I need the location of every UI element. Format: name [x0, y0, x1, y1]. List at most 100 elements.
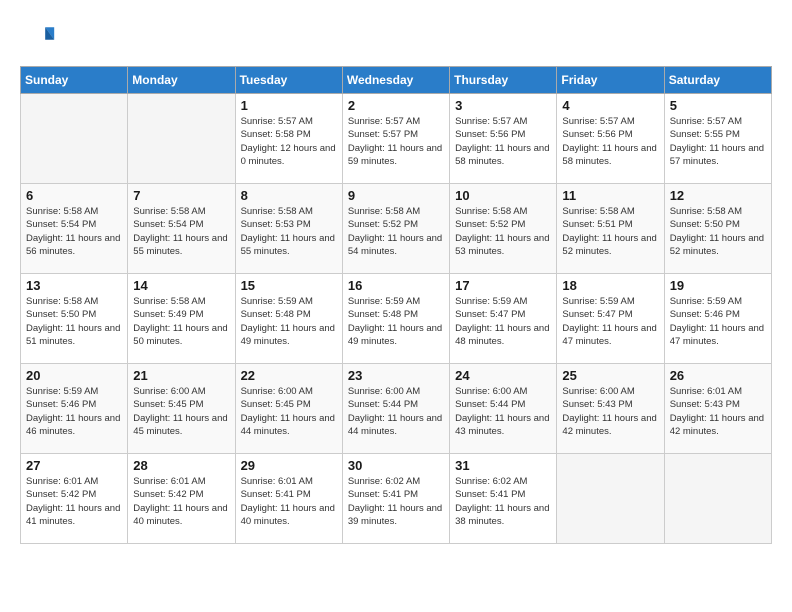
day-info: Sunrise: 5:58 AM Sunset: 5:53 PM Dayligh… — [241, 205, 337, 258]
day-number: 12 — [670, 188, 766, 203]
col-header-friday: Friday — [557, 67, 664, 94]
day-number: 26 — [670, 368, 766, 383]
day-info: Sunrise: 5:57 AM Sunset: 5:57 PM Dayligh… — [348, 115, 444, 168]
calendar-day: 12 Sunrise: 5:58 AM Sunset: 5:50 PM Dayl… — [664, 184, 771, 274]
day-info: Sunrise: 5:58 AM Sunset: 5:50 PM Dayligh… — [26, 295, 122, 348]
calendar-week-4: 20 Sunrise: 5:59 AM Sunset: 5:46 PM Dayl… — [21, 364, 772, 454]
day-info: Sunrise: 5:59 AM Sunset: 5:46 PM Dayligh… — [26, 385, 122, 438]
day-number: 22 — [241, 368, 337, 383]
day-number: 15 — [241, 278, 337, 293]
day-info: Sunrise: 5:58 AM Sunset: 5:54 PM Dayligh… — [26, 205, 122, 258]
day-number: 30 — [348, 458, 444, 473]
day-info: Sunrise: 5:59 AM Sunset: 5:46 PM Dayligh… — [670, 295, 766, 348]
day-number: 7 — [133, 188, 229, 203]
calendar-day: 24 Sunrise: 6:00 AM Sunset: 5:44 PM Dayl… — [450, 364, 557, 454]
day-number: 6 — [26, 188, 122, 203]
col-header-tuesday: Tuesday — [235, 67, 342, 94]
calendar-day — [557, 454, 664, 544]
day-info: Sunrise: 6:02 AM Sunset: 5:41 PM Dayligh… — [455, 475, 551, 528]
day-info: Sunrise: 5:59 AM Sunset: 5:48 PM Dayligh… — [241, 295, 337, 348]
calendar-day: 3 Sunrise: 5:57 AM Sunset: 5:56 PM Dayli… — [450, 94, 557, 184]
calendar-week-3: 13 Sunrise: 5:58 AM Sunset: 5:50 PM Dayl… — [21, 274, 772, 364]
logo-icon — [20, 20, 56, 56]
day-number: 19 — [670, 278, 766, 293]
calendar-day: 9 Sunrise: 5:58 AM Sunset: 5:52 PM Dayli… — [342, 184, 449, 274]
day-info: Sunrise: 6:01 AM Sunset: 5:41 PM Dayligh… — [241, 475, 337, 528]
calendar-day: 14 Sunrise: 5:58 AM Sunset: 5:49 PM Dayl… — [128, 274, 235, 364]
day-info: Sunrise: 5:58 AM Sunset: 5:49 PM Dayligh… — [133, 295, 229, 348]
day-info: Sunrise: 6:00 AM Sunset: 5:44 PM Dayligh… — [455, 385, 551, 438]
calendar-week-5: 27 Sunrise: 6:01 AM Sunset: 5:42 PM Dayl… — [21, 454, 772, 544]
calendar-day: 30 Sunrise: 6:02 AM Sunset: 5:41 PM Dayl… — [342, 454, 449, 544]
calendar-day: 26 Sunrise: 6:01 AM Sunset: 5:43 PM Dayl… — [664, 364, 771, 454]
calendar-day: 27 Sunrise: 6:01 AM Sunset: 5:42 PM Dayl… — [21, 454, 128, 544]
day-number: 4 — [562, 98, 658, 113]
calendar-day — [664, 454, 771, 544]
day-number: 20 — [26, 368, 122, 383]
col-header-monday: Monday — [128, 67, 235, 94]
calendar-day: 31 Sunrise: 6:02 AM Sunset: 5:41 PM Dayl… — [450, 454, 557, 544]
calendar-day: 2 Sunrise: 5:57 AM Sunset: 5:57 PM Dayli… — [342, 94, 449, 184]
calendar-day: 28 Sunrise: 6:01 AM Sunset: 5:42 PM Dayl… — [128, 454, 235, 544]
day-info: Sunrise: 5:57 AM Sunset: 5:58 PM Dayligh… — [241, 115, 337, 168]
calendar-table: SundayMondayTuesdayWednesdayThursdayFrid… — [20, 66, 772, 544]
calendar-day: 1 Sunrise: 5:57 AM Sunset: 5:58 PM Dayli… — [235, 94, 342, 184]
calendar-day: 25 Sunrise: 6:00 AM Sunset: 5:43 PM Dayl… — [557, 364, 664, 454]
calendar-day: 15 Sunrise: 5:59 AM Sunset: 5:48 PM Dayl… — [235, 274, 342, 364]
day-info: Sunrise: 5:59 AM Sunset: 5:48 PM Dayligh… — [348, 295, 444, 348]
day-number: 16 — [348, 278, 444, 293]
day-info: Sunrise: 5:57 AM Sunset: 5:56 PM Dayligh… — [455, 115, 551, 168]
col-header-thursday: Thursday — [450, 67, 557, 94]
calendar-day: 22 Sunrise: 6:00 AM Sunset: 5:45 PM Dayl… — [235, 364, 342, 454]
col-header-saturday: Saturday — [664, 67, 771, 94]
day-number: 24 — [455, 368, 551, 383]
day-number: 28 — [133, 458, 229, 473]
day-info: Sunrise: 6:00 AM Sunset: 5:44 PM Dayligh… — [348, 385, 444, 438]
calendar-day: 19 Sunrise: 5:59 AM Sunset: 5:46 PM Dayl… — [664, 274, 771, 364]
day-number: 29 — [241, 458, 337, 473]
calendar-day: 10 Sunrise: 5:58 AM Sunset: 5:52 PM Dayl… — [450, 184, 557, 274]
day-number: 27 — [26, 458, 122, 473]
day-info: Sunrise: 6:01 AM Sunset: 5:42 PM Dayligh… — [26, 475, 122, 528]
day-number: 9 — [348, 188, 444, 203]
day-info: Sunrise: 6:02 AM Sunset: 5:41 PM Dayligh… — [348, 475, 444, 528]
day-info: Sunrise: 6:00 AM Sunset: 5:45 PM Dayligh… — [133, 385, 229, 438]
col-header-wednesday: Wednesday — [342, 67, 449, 94]
calendar-day: 11 Sunrise: 5:58 AM Sunset: 5:51 PM Dayl… — [557, 184, 664, 274]
day-info: Sunrise: 6:00 AM Sunset: 5:45 PM Dayligh… — [241, 385, 337, 438]
day-number: 8 — [241, 188, 337, 203]
day-info: Sunrise: 5:58 AM Sunset: 5:50 PM Dayligh… — [670, 205, 766, 258]
day-info: Sunrise: 5:57 AM Sunset: 5:55 PM Dayligh… — [670, 115, 766, 168]
day-info: Sunrise: 5:59 AM Sunset: 5:47 PM Dayligh… — [562, 295, 658, 348]
day-number: 1 — [241, 98, 337, 113]
day-number: 3 — [455, 98, 551, 113]
calendar-day: 8 Sunrise: 5:58 AM Sunset: 5:53 PM Dayli… — [235, 184, 342, 274]
day-number: 13 — [26, 278, 122, 293]
calendar-day: 23 Sunrise: 6:00 AM Sunset: 5:44 PM Dayl… — [342, 364, 449, 454]
calendar-day: 4 Sunrise: 5:57 AM Sunset: 5:56 PM Dayli… — [557, 94, 664, 184]
day-number: 2 — [348, 98, 444, 113]
calendar-day: 5 Sunrise: 5:57 AM Sunset: 5:55 PM Dayli… — [664, 94, 771, 184]
day-number: 5 — [670, 98, 766, 113]
day-number: 25 — [562, 368, 658, 383]
calendar-day: 21 Sunrise: 6:00 AM Sunset: 5:45 PM Dayl… — [128, 364, 235, 454]
day-number: 31 — [455, 458, 551, 473]
day-number: 21 — [133, 368, 229, 383]
logo — [20, 20, 60, 56]
day-info: Sunrise: 5:58 AM Sunset: 5:52 PM Dayligh… — [455, 205, 551, 258]
page-header — [20, 20, 772, 56]
day-number: 10 — [455, 188, 551, 203]
calendar-week-2: 6 Sunrise: 5:58 AM Sunset: 5:54 PM Dayli… — [21, 184, 772, 274]
day-info: Sunrise: 6:01 AM Sunset: 5:43 PM Dayligh… — [670, 385, 766, 438]
calendar-week-1: 1 Sunrise: 5:57 AM Sunset: 5:58 PM Dayli… — [21, 94, 772, 184]
day-number: 17 — [455, 278, 551, 293]
day-number: 11 — [562, 188, 658, 203]
calendar-day — [128, 94, 235, 184]
calendar-header-row: SundayMondayTuesdayWednesdayThursdayFrid… — [21, 67, 772, 94]
day-number: 23 — [348, 368, 444, 383]
day-info: Sunrise: 5:58 AM Sunset: 5:52 PM Dayligh… — [348, 205, 444, 258]
day-info: Sunrise: 6:00 AM Sunset: 5:43 PM Dayligh… — [562, 385, 658, 438]
day-info: Sunrise: 5:57 AM Sunset: 5:56 PM Dayligh… — [562, 115, 658, 168]
day-number: 14 — [133, 278, 229, 293]
calendar-day: 29 Sunrise: 6:01 AM Sunset: 5:41 PM Dayl… — [235, 454, 342, 544]
